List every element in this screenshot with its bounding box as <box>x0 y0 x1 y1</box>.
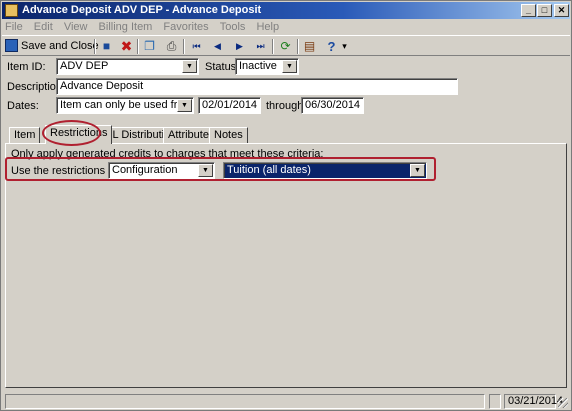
tab-item[interactable]: Item <box>9 127 41 143</box>
status-value: Inactive <box>239 60 277 72</box>
date-from-field[interactable]: 02/01/2014 <box>198 97 261 114</box>
menu-edit[interactable]: Edit <box>33 20 54 35</box>
menu-favorites[interactable]: Favorites <box>162 20 209 35</box>
through-label: through <box>266 100 304 112</box>
app-icon <box>5 4 18 17</box>
toolbar-separator <box>94 39 96 54</box>
status-message-pane <box>5 394 485 409</box>
status-indicator-pane <box>489 394 501 409</box>
dates-mode-combo[interactable]: Item can only be used from ▼ <box>56 97 194 114</box>
restrictions-panel <box>5 143 567 388</box>
item-id-combo[interactable]: ADV DEP ▼ <box>56 58 199 75</box>
close-button[interactable]: ✕ <box>554 4 569 17</box>
status-combo[interactable]: Inactive ▼ <box>235 58 299 75</box>
menu-help[interactable]: Help <box>255 20 280 35</box>
toolbar-separator <box>183 39 185 54</box>
description-field[interactable]: Advance Deposit <box>56 78 458 95</box>
status-date: 03/21/2014 <box>504 394 563 409</box>
title-bar: Advance Deposit ADV DEP - Advance Deposi… <box>2 2 570 19</box>
date-to-field[interactable]: 06/30/2014 <box>301 97 364 114</box>
previous-record-icon[interactable]: ◀ <box>210 39 225 54</box>
help-dropdown-icon[interactable]: ▾ <box>337 39 352 54</box>
dates-label: Dates: <box>7 100 39 112</box>
save-icon[interactable]: ■ <box>99 39 114 54</box>
restriction-source-value: Configuration <box>112 164 178 176</box>
restrictions-instruction: Only apply generated credits to charges … <box>11 148 324 160</box>
restriction-source-combo[interactable]: Configuration ▼ <box>108 162 215 179</box>
toolbar-separator <box>137 39 139 54</box>
restriction-criteria-value: Tuition (all dates) <box>227 164 311 176</box>
first-record-icon[interactable]: ⏮ <box>189 39 204 54</box>
window-title: Advance Deposit ADV DEP - Advance Deposi… <box>22 4 262 16</box>
restriction-criteria-combo[interactable]: Tuition (all dates) ▼ <box>223 162 427 179</box>
item-id-label: Item ID: <box>7 61 46 73</box>
print-icon[interactable]: ⎙ <box>164 39 179 54</box>
toolbar-separator <box>297 39 299 54</box>
tab-notes[interactable]: Notes <box>209 127 248 143</box>
menu-tools[interactable]: Tools <box>219 20 247 35</box>
chevron-down-icon[interactable]: ▼ <box>282 60 297 73</box>
menu-view[interactable]: View <box>63 20 89 35</box>
menu-bar: File Edit View Billing Item Favorites To… <box>4 20 564 35</box>
last-record-icon[interactable]: ⏭ <box>253 39 268 54</box>
menu-file[interactable]: File <box>4 20 24 35</box>
item-id-value: ADV DEP <box>60 60 109 72</box>
date-to-value: 06/30/2014 <box>305 99 361 111</box>
chevron-down-icon[interactable]: ▼ <box>177 99 192 112</box>
properties-icon[interactable]: ▤ <box>302 39 317 54</box>
window: Advance Deposit ADV DEP - Advance Deposi… <box>0 0 572 411</box>
description-value: Advance Deposit <box>60 80 144 92</box>
maximize-button[interactable]: □ <box>537 4 552 17</box>
copy-icon[interactable]: ❐ <box>142 39 157 54</box>
dates-mode-value: Item can only be used from <box>60 99 193 111</box>
chevron-down-icon[interactable]: ▼ <box>198 164 213 177</box>
save-close-icon <box>5 39 18 52</box>
date-from-value: 02/01/2014 <box>202 99 258 111</box>
status-bar: 03/21/2014 <box>2 392 570 410</box>
menu-billing-item[interactable]: Billing Item <box>98 20 154 35</box>
tab-restrictions[interactable]: Restrictions <box>45 125 113 144</box>
chevron-down-icon[interactable]: ▼ <box>182 60 197 73</box>
minimize-button[interactable]: _ <box>521 4 536 17</box>
resize-grip-icon[interactable] <box>558 398 568 408</box>
refresh-icon[interactable]: ⟳ <box>278 39 293 54</box>
toolbar: Save and Close ▾ ■ ✖ ❐ ⎙ ⏮ ◀ ▶ ⏭ ⟳ ▤ ? ▾ <box>2 35 570 56</box>
toolbar-separator <box>272 39 274 54</box>
save-and-close-label: Save and Close <box>21 40 99 52</box>
next-record-icon[interactable]: ▶ <box>232 39 247 54</box>
chevron-down-icon[interactable]: ▼ <box>410 164 425 177</box>
delete-icon[interactable]: ✖ <box>119 39 134 54</box>
